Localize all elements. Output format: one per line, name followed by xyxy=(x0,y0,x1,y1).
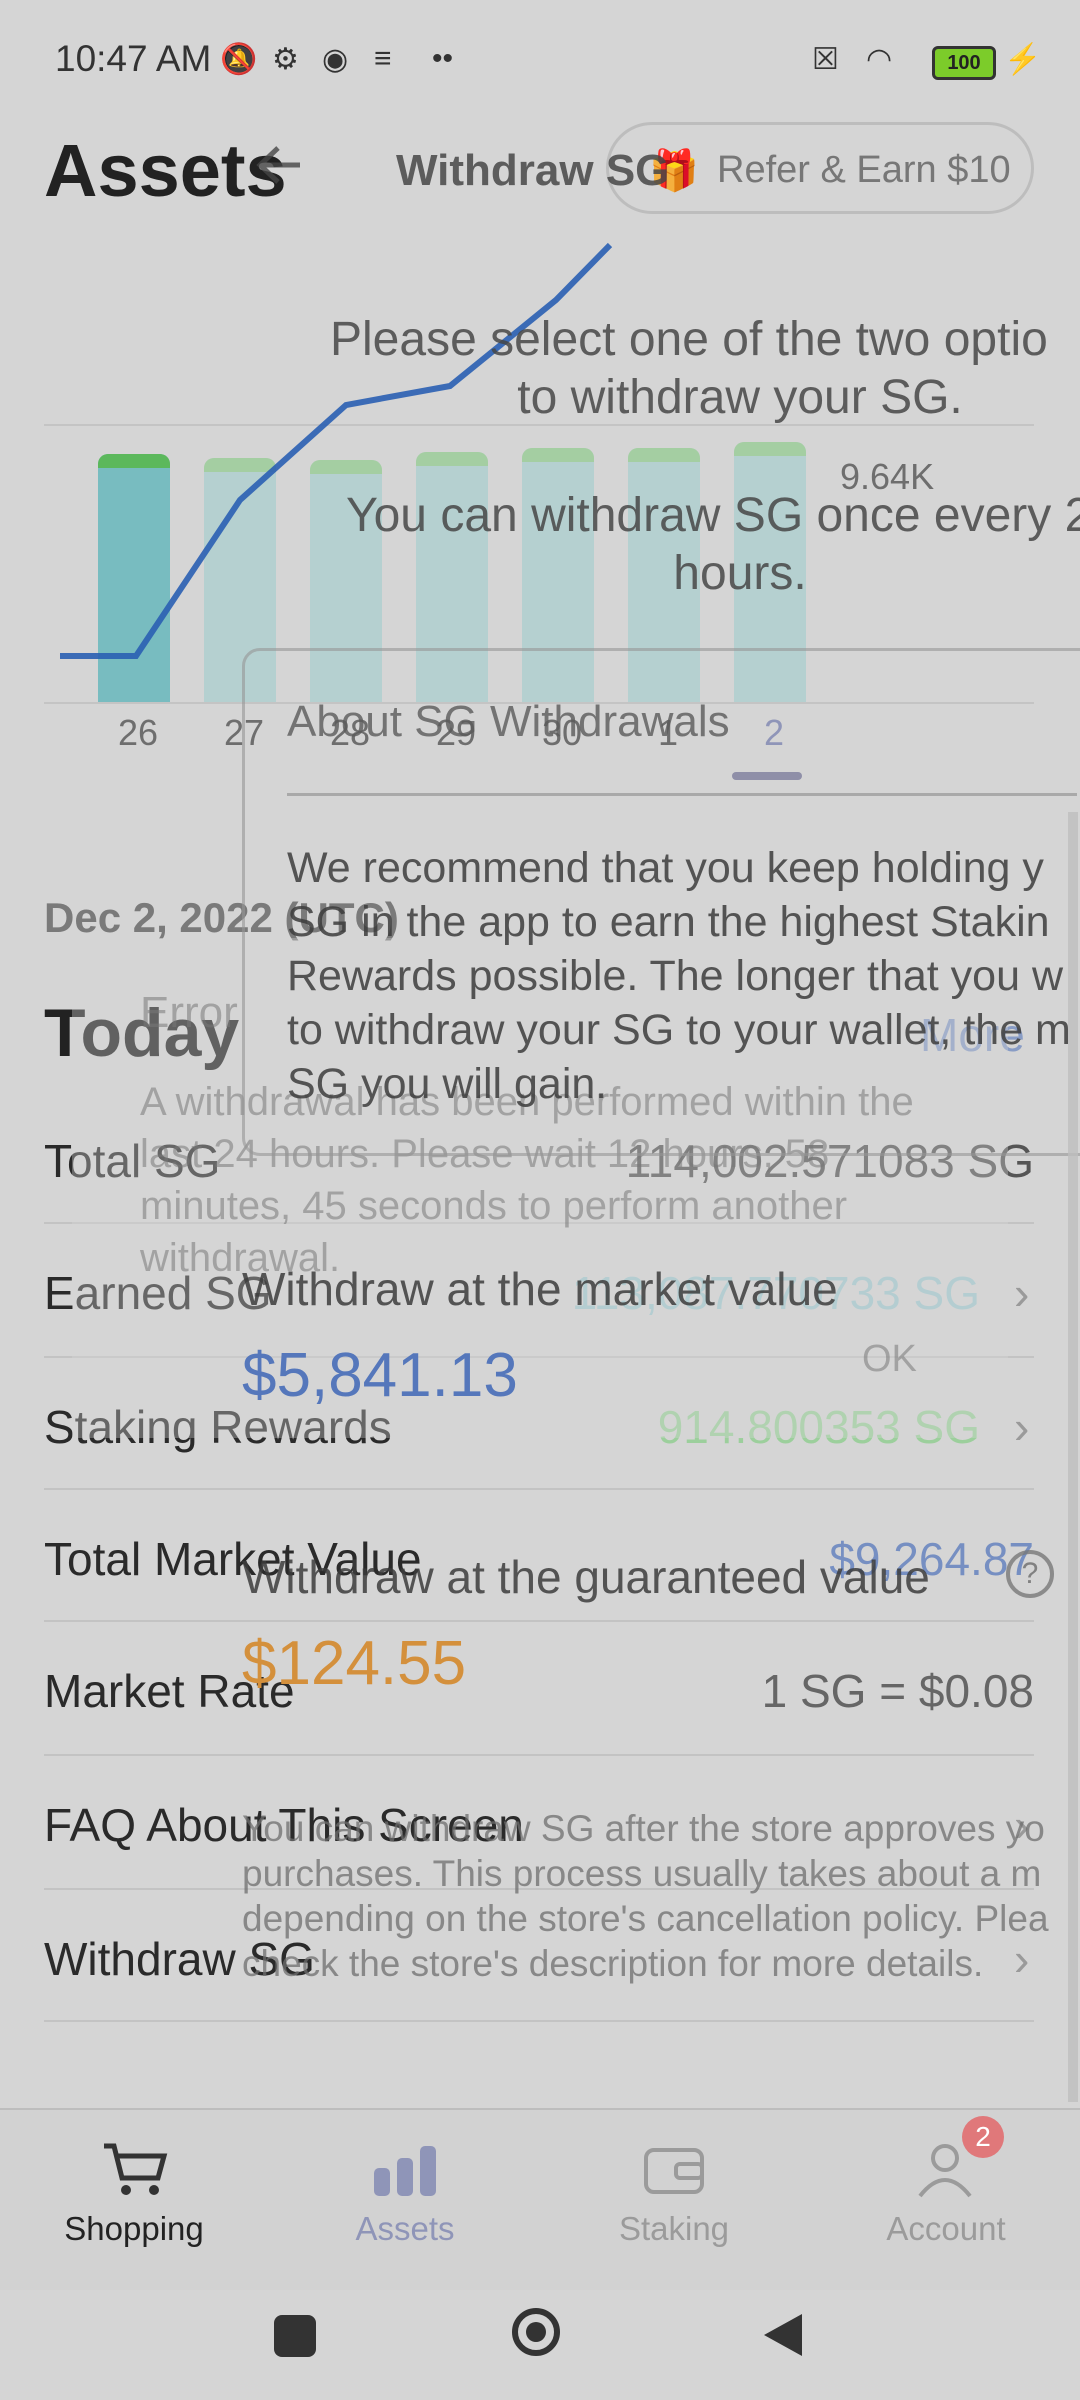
withdraw-screen-overlay: Withdraw SG Please select one of the two… xyxy=(0,0,1080,2400)
market-option-value: $5,841.13 xyxy=(242,1341,518,1410)
about-withdrawals-box: About SG Withdrawals We recommend that y… xyxy=(242,648,1080,1156)
scrollbar[interactable] xyxy=(1068,812,1078,2102)
help-icon[interactable]: ? xyxy=(1006,1550,1054,1598)
guaranteed-option-value: $124.55 xyxy=(242,1629,467,1698)
withdraw-intro-line1: Please select one of the two optio xyxy=(330,313,1048,366)
about-title: About SG Withdrawals xyxy=(287,697,730,746)
back-arrow-icon[interactable] xyxy=(250,140,310,190)
withdraw-intro-line2: to withdraw your SG. xyxy=(517,371,963,424)
about-divider xyxy=(287,793,1077,796)
about-text: We recommend that you keep holding y SG … xyxy=(287,844,1071,1108)
guaranteed-option-label[interactable]: Withdraw at the guaranteed value xyxy=(242,1550,930,1604)
withdraw-footer-note: You can withdraw SG after the store appr… xyxy=(242,1808,1049,1984)
withdraw-info-line2: hours. xyxy=(673,547,807,600)
market-option-label[interactable]: Withdraw at the market value xyxy=(242,1262,838,1316)
withdraw-info-line1: You can withdraw SG once every 2 xyxy=(346,489,1080,542)
withdraw-title: Withdraw SG xyxy=(396,146,670,195)
